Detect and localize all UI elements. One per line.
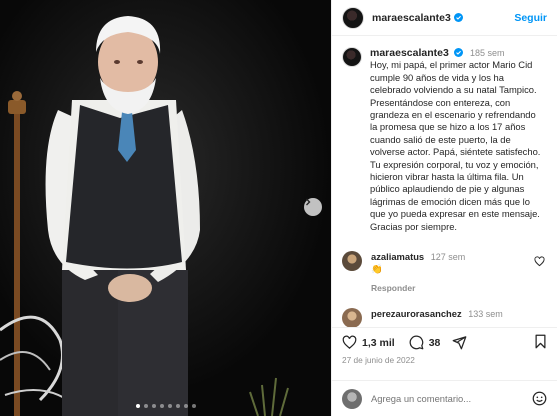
comment-username[interactable]: azaliamatus	[371, 251, 424, 262]
post-photo[interactable]	[0, 0, 331, 416]
caption-author-username[interactable]: maraescalante3	[370, 47, 449, 59]
carousel-dot	[159, 404, 164, 408]
author-avatar[interactable]	[342, 6, 364, 29]
carousel-dot	[135, 404, 140, 408]
carousel-dot	[143, 404, 148, 408]
caption-time[interactable]: 185 sem	[470, 48, 505, 58]
chevron-right-icon	[306, 198, 311, 206]
post-header: maraescalante3 Seguir	[332, 0, 557, 36]
share-button[interactable]	[452, 335, 467, 350]
heart-icon	[342, 335, 357, 349]
author-username[interactable]: maraescalante3	[372, 12, 451, 24]
heart-icon[interactable]	[534, 256, 545, 267]
carousel-dot	[175, 404, 180, 408]
paper-plane-icon	[453, 336, 467, 350]
add-comment-bar	[332, 380, 557, 416]
like-count[interactable]: 1,3 mil	[362, 337, 395, 349]
caption-body: maraescalante3 185 sem Hoy, mi papá, el …	[370, 47, 545, 233]
comment-bubble-icon	[409, 335, 424, 350]
smiley-icon[interactable]	[532, 391, 547, 406]
commenter-avatar[interactable]	[342, 308, 362, 327]
caption: maraescalante3 185 sem Hoy, mi papá, el …	[342, 47, 545, 233]
comment-button[interactable]: 38	[409, 335, 441, 350]
save-button[interactable]	[534, 334, 547, 352]
comment-body: perezaurorasanchez 133 sem	[371, 308, 545, 320]
comment-item: perezaurorasanchez 133 sem	[342, 308, 545, 327]
comment-time[interactable]: 133 sem	[468, 309, 503, 319]
verified-badge-icon	[453, 13, 463, 22]
carousel-dot	[167, 404, 172, 408]
post-side-panel: maraescalante3 Seguir maraescalante3 185…	[331, 0, 557, 416]
bookmark-icon	[535, 334, 546, 348]
caption-text: Hoy, mi papá, el primer actor Mario Cid …	[370, 59, 541, 232]
viewer-avatar	[342, 388, 362, 409]
post-date[interactable]: 27 de junio de 2022	[342, 355, 415, 365]
photo-scene	[0, 0, 331, 416]
comments-scroll[interactable]: maraescalante3 185 sem Hoy, mi papá, el …	[332, 37, 557, 327]
caption-author-avatar[interactable]	[342, 47, 362, 67]
follow-button[interactable]: Seguir	[514, 12, 547, 24]
action-bar: 1,3 mil 38	[332, 327, 557, 357]
comment-item: azaliamatus 127 sem 👏 Responder	[342, 251, 545, 294]
verified-badge-icon	[454, 48, 464, 57]
commenter-avatar[interactable]	[342, 251, 362, 272]
carousel-indicator	[0, 404, 331, 408]
carousel-dot	[151, 404, 156, 408]
comment-body: azaliamatus 127 sem 👏 Responder	[371, 251, 528, 294]
comment-count: 38	[428, 336, 441, 349]
comment-username[interactable]: perezaurorasanchez	[371, 308, 462, 319]
next-image-button[interactable]	[304, 198, 322, 216]
reply-button[interactable]: Responder	[371, 282, 528, 294]
add-comment-input[interactable]	[371, 393, 521, 404]
comment-time[interactable]: 127 sem	[431, 252, 466, 262]
like-button[interactable]: 1,3 mil	[342, 335, 395, 350]
comment-text: 👏	[371, 263, 383, 275]
carousel-dot	[191, 404, 196, 408]
carousel-dot	[183, 404, 188, 408]
